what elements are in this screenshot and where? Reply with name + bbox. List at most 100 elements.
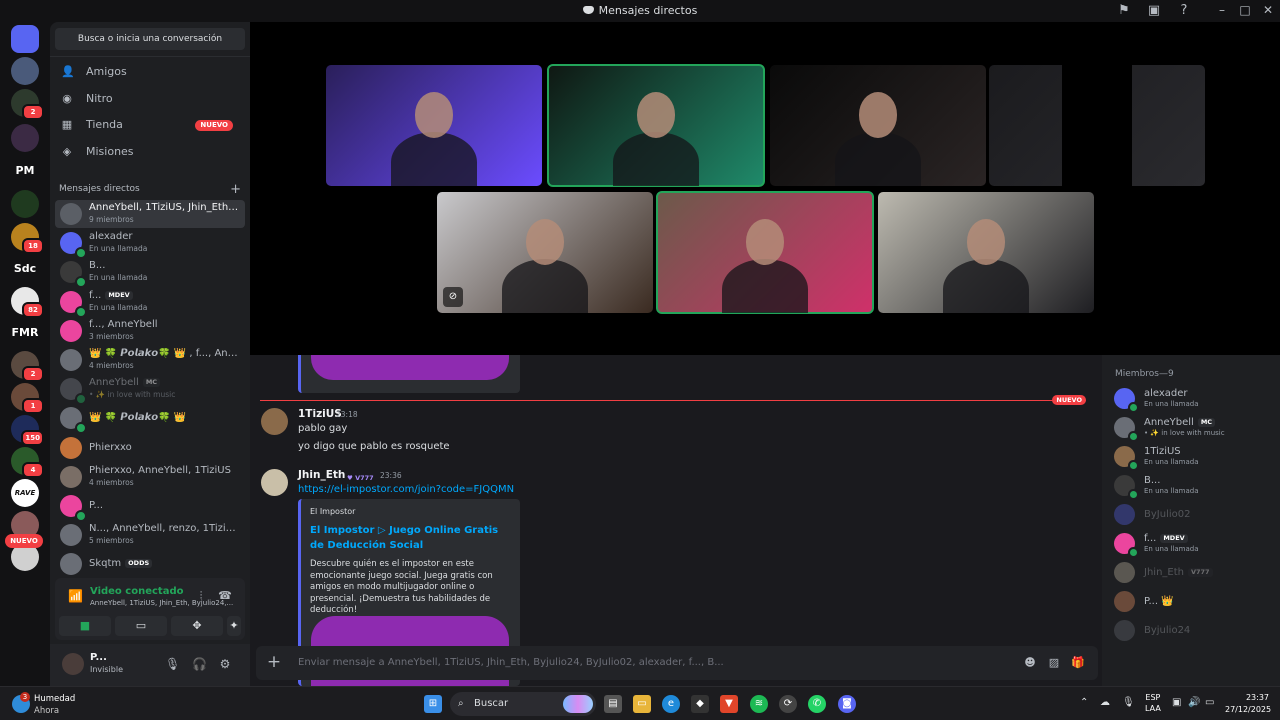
tray-chevron-icon[interactable]: ⌃: [1080, 697, 1088, 708]
dm-item[interactable]: N..., AnneYbell, renzo, 1TiziUS 5 miembro…: [55, 521, 245, 549]
noise-suppression-icon[interactable]: ⫶: [194, 589, 208, 603]
app-icon[interactable]: ◆: [691, 695, 709, 713]
attach-plus-icon[interactable]: +: [266, 652, 282, 672]
monitor-icon[interactable]: ▣: [1146, 3, 1162, 19]
edge-icon[interactable]: e: [662, 695, 680, 713]
close-button[interactable]: ✕: [1258, 2, 1278, 18]
nav-amigos[interactable]: 👤 Amigos: [55, 60, 245, 84]
dm-item[interactable]: AnneYbell MC • ✨ in love with music: [55, 375, 245, 406]
avatar[interactable]: [62, 653, 84, 675]
minimize-button[interactable]: –: [1212, 2, 1232, 18]
server-icon-10[interactable]: 2: [11, 351, 44, 382]
server-icon-3[interactable]: [11, 124, 39, 152]
member-item[interactable]: Jhin_Eth V777: [1112, 560, 1272, 586]
dm-item[interactable]: alexader En una llamada: [55, 229, 245, 260]
spotify-icon[interactable]: ≋: [750, 695, 768, 713]
file-explorer-icon[interactable]: ▭: [633, 695, 651, 713]
server-icon-7[interactable]: Sdc: [11, 255, 39, 283]
taskbar-search[interactable]: ⌕ Buscar: [450, 692, 596, 716]
task-view-icon[interactable]: ▤: [604, 695, 622, 713]
server-icon-8[interactable]: 82: [11, 287, 44, 318]
create-dm-icon[interactable]: +: [230, 182, 241, 197]
dm-item[interactable]: B... En una llamada: [55, 258, 245, 289]
microphone-icon[interactable]: 🎙: [1122, 697, 1135, 708]
onedrive-icon[interactable]: ☁: [1100, 697, 1110, 708]
app-icon[interactable]: ⟳: [779, 695, 797, 713]
find-conversation-button[interactable]: Busca o inicia una conversación: [55, 28, 245, 50]
message-link[interactable]: https://el-impostor.com/join?code=FJQQMN: [298, 484, 514, 495]
gift-icon[interactable]: 🎁: [1071, 656, 1085, 670]
video-tile[interactable]: [547, 64, 765, 187]
message-author[interactable]: Jhin_Eth: [298, 469, 345, 481]
new-servers-pill[interactable]: NUEVO: [5, 534, 43, 548]
volume-icon[interactable]: 🔊: [1188, 697, 1200, 708]
dm-item[interactable]: Phierxxo: [55, 434, 245, 462]
dm-item[interactable]: f... MDEV En una llamada: [55, 288, 245, 318]
embed-title[interactable]: El Impostor ▷ Juego Online Gratis de Ded…: [310, 523, 500, 553]
microphone-icon[interactable]: 🎙: [165, 657, 180, 671]
member-item[interactable]: P... 👑: [1112, 589, 1272, 615]
member-item[interactable]: alexader En una llamada: [1112, 386, 1272, 413]
system-clock[interactable]: 23:37 27/12/2025: [1225, 692, 1271, 716]
server-icon-9[interactable]: FMR: [11, 319, 39, 347]
server-icon-4[interactable]: PM: [11, 157, 39, 185]
dm-item[interactable]: Skqtm ODDS: [55, 550, 245, 578]
video-tile[interactable]: ⊘: [437, 192, 653, 313]
dm-item[interactable]: P...: [55, 492, 245, 522]
member-item[interactable]: 1TiziUS En una llamada: [1112, 444, 1272, 471]
voice-status[interactable]: Video conectado: [90, 586, 183, 597]
nav-misiones[interactable]: ◈ Misiones: [55, 140, 245, 164]
disconnect-icon[interactable]: ☎: [218, 589, 232, 603]
battery-icon[interactable]: ▭: [1205, 697, 1214, 708]
avatar[interactable]: [261, 469, 288, 496]
discord-logo-icon[interactable]: [11, 25, 39, 53]
member-item[interactable]: AnneYbell MC • ✨ in love with music: [1112, 415, 1272, 442]
embed-provider[interactable]: El Impostor: [310, 507, 355, 516]
network-icon[interactable]: ▣: [1172, 697, 1181, 708]
member-item[interactable]: Byjulio24: [1112, 618, 1272, 644]
video-tile[interactable]: [989, 65, 1205, 186]
discord-taskbar-icon[interactable]: ◙: [838, 695, 856, 713]
member-item[interactable]: B... En una llamada: [1112, 473, 1272, 500]
dm-item[interactable]: AnneYbell, 1TiziUS, Jhin_Eth, ... 9 miemb…: [55, 200, 245, 228]
dm-item[interactable]: Phierxxo, AnneYbell, 1TiziUS 4 miembros: [55, 463, 245, 491]
dm-item[interactable]: 👑 🍀 𝙋𝙤𝙡𝙖𝙠𝙤🍀 👑 , f..., Ann... 4 miembros: [55, 346, 245, 374]
whatsapp-icon[interactable]: ✆: [808, 695, 826, 713]
inbox-flag-icon[interactable]: ⚑: [1116, 3, 1132, 19]
input-language[interactable]: ESP LAA: [1145, 692, 1161, 714]
user-tag: MC: [1197, 418, 1216, 427]
nav-nitro[interactable]: ◉ Nitro: [55, 87, 245, 111]
screen-share-button[interactable]: ▭: [115, 616, 167, 636]
sticker-icon[interactable]: ☻: [1023, 656, 1037, 670]
username[interactable]: P...: [90, 652, 107, 663]
server-icon-6[interactable]: 18: [11, 223, 44, 254]
server-icon-13[interactable]: 4: [11, 447, 44, 478]
camera-button[interactable]: ■: [59, 616, 111, 636]
soundboard-button[interactable]: ✦: [227, 616, 241, 636]
video-tile[interactable]: [326, 65, 542, 186]
start-windows-icon[interactable]: ⊞: [424, 695, 442, 713]
server-icon-1[interactable]: [11, 57, 39, 85]
member-item[interactable]: ByJulio02: [1112, 502, 1272, 528]
activities-button[interactable]: ✥: [171, 616, 223, 636]
server-icon-5[interactable]: [11, 190, 39, 218]
server-icon-2[interactable]: 2: [11, 89, 44, 120]
video-tile[interactable]: [770, 65, 986, 186]
member-item[interactable]: f... MDEV En una llamada: [1112, 531, 1272, 558]
dm-item[interactable]: f..., AnneYbell 3 miembros: [55, 317, 245, 345]
help-icon[interactable]: ?: [1176, 3, 1192, 19]
message-input[interactable]: Enviar mensaje a AnneYbell, 1TiziUS, Jhi…: [298, 657, 958, 668]
settings-gear-icon[interactable]: ⚙: [218, 657, 232, 671]
headphones-icon[interactable]: 🎧: [192, 657, 207, 671]
gif-icon[interactable]: ▨: [1047, 656, 1061, 670]
video-tile[interactable]: [656, 191, 874, 314]
brave-icon[interactable]: ▼: [720, 695, 738, 713]
dm-item[interactable]: 👑 🍀 𝙋𝙤𝙡𝙖𝙠𝙤🍀 👑: [55, 404, 245, 435]
nav-tienda[interactable]: ▦ Tienda NUEVO: [55, 113, 245, 137]
video-tile[interactable]: [878, 192, 1094, 313]
server-icon-14[interactable]: RAVE: [11, 479, 39, 507]
maximize-button[interactable]: □: [1235, 2, 1255, 18]
server-icon-12[interactable]: 150: [11, 415, 44, 446]
avatar[interactable]: [261, 408, 288, 435]
server-icon-11[interactable]: 1: [11, 383, 44, 414]
